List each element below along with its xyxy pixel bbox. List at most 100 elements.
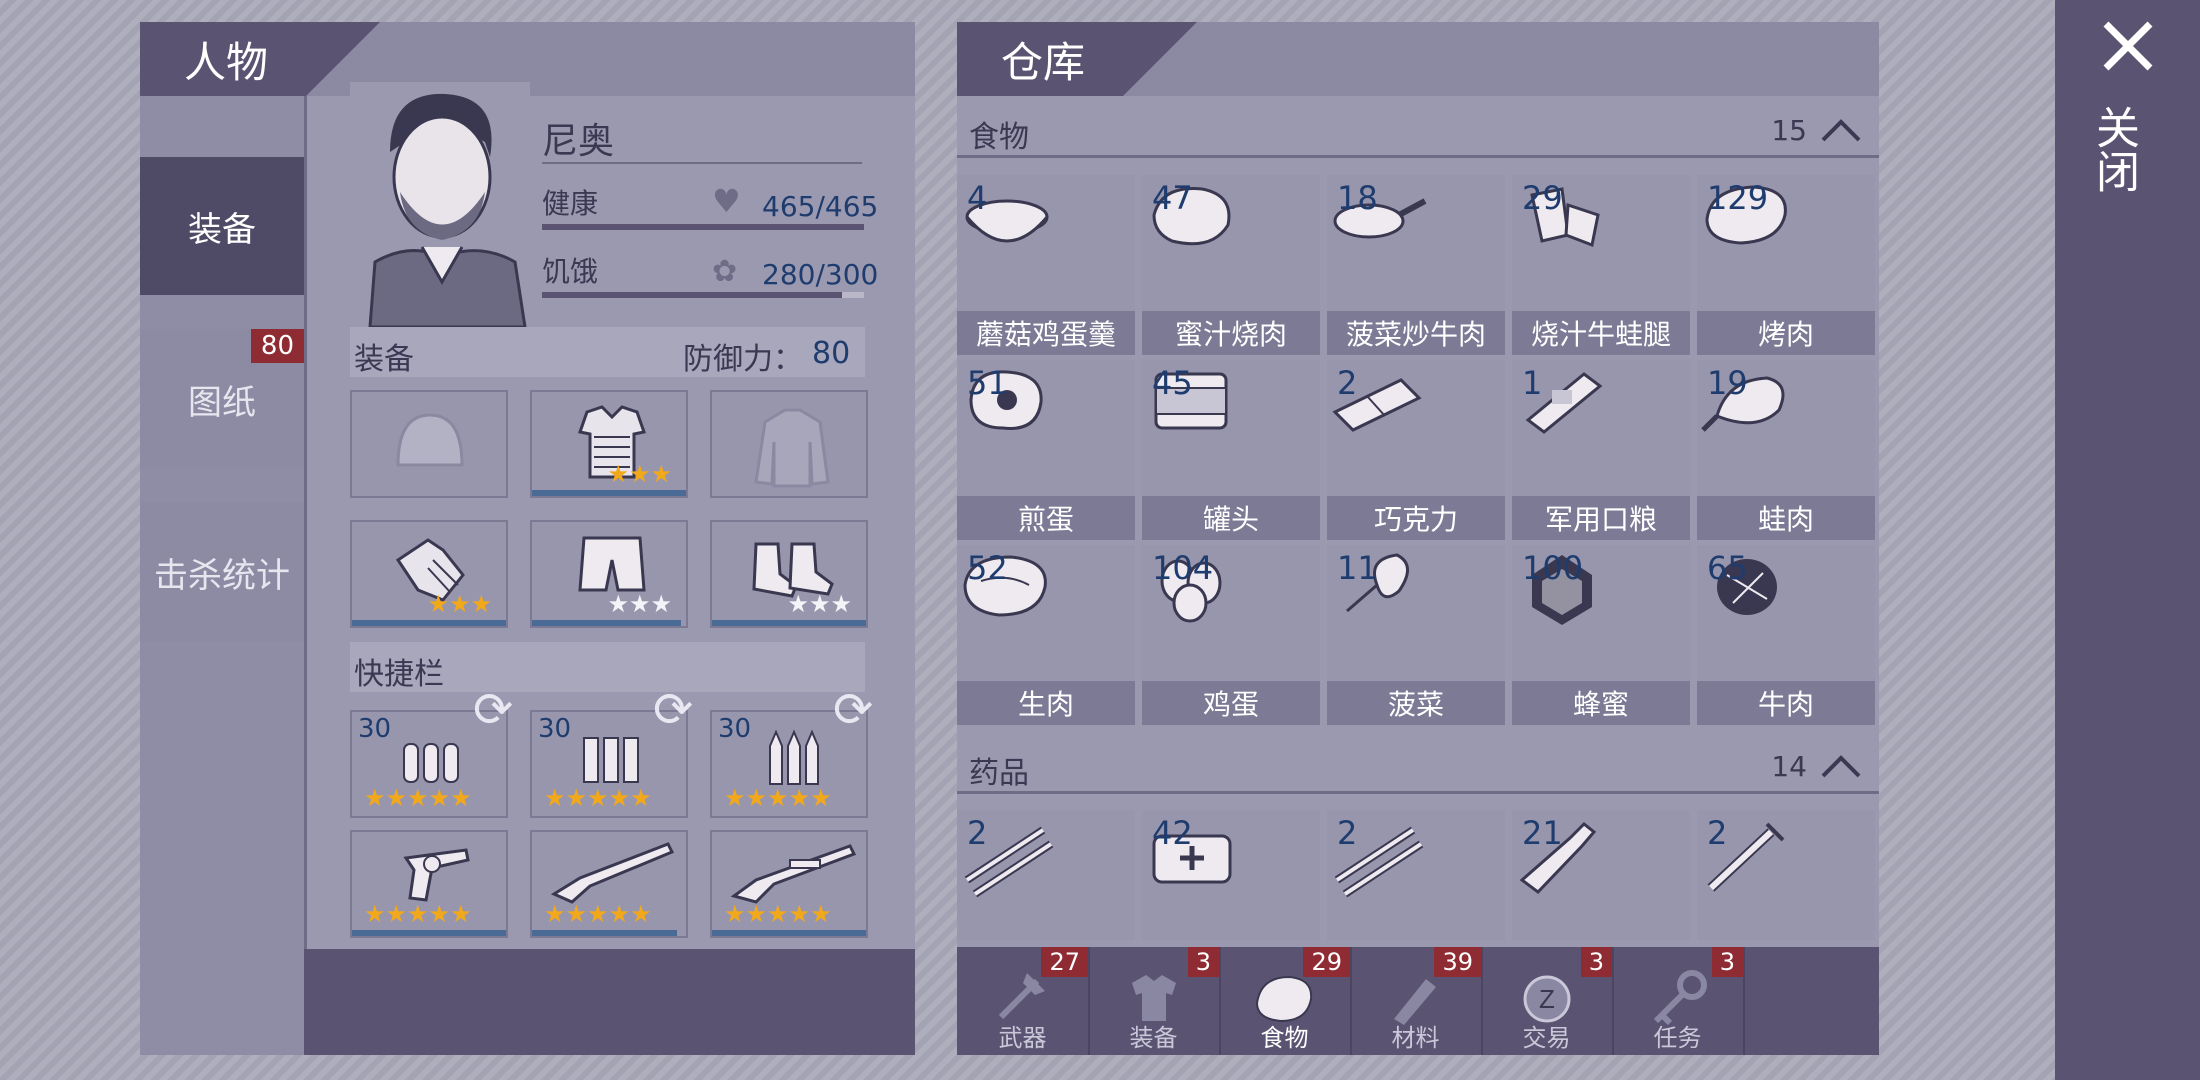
dock-tab-label: 任务 (1653, 1024, 1702, 1052)
item-cell[interactable]: 2 (1327, 810, 1505, 940)
item-name: 菠菜炒牛肉 (1327, 311, 1505, 355)
dock-tab-label: 材料 (1391, 1024, 1440, 1052)
item-name: 生肉 (957, 681, 1135, 725)
ammo-stars-1: ★★★★★ (364, 784, 472, 812)
dock-tab[interactable]: 食物 29 (1219, 947, 1352, 1055)
gloves-durability (352, 620, 506, 626)
dock-tab[interactable]: 装备 3 (1088, 947, 1221, 1055)
hunger-value: 280/300 (762, 258, 879, 291)
item-cell[interactable]: 104 鸡蛋 (1142, 545, 1320, 725)
item-cell[interactable]: 29 烧汁牛蛙腿 (1512, 175, 1690, 355)
item-cell[interactable]: 2 巧克力 (1327, 360, 1505, 540)
medicine-section-header[interactable]: 药品 14 (957, 744, 1879, 794)
body-armor-stars: ★★★ (607, 460, 672, 488)
item-cell[interactable]: 129 烤肉 (1697, 175, 1875, 355)
weapon-slot-1[interactable]: ★★★★★ (350, 830, 508, 938)
category-dock: 武器 27 装备 3 食物 29 材料 39 Z 交易 3 任务 3 (957, 947, 1879, 1055)
dock-tab-badge: 3 (1580, 947, 1612, 977)
item-cell[interactable]: 51 煎蛋 (957, 360, 1135, 540)
dock-tab-badge: 39 (1434, 947, 1481, 977)
item-count: 2 (1337, 364, 1358, 402)
shoes-slot[interactable]: ★★★ (710, 520, 868, 628)
name-divider (542, 162, 862, 164)
dock-tab-badge: 27 (1041, 947, 1088, 977)
helmet-slot[interactable] (350, 390, 508, 498)
gloves-stars: ★★★ (427, 590, 492, 618)
item-cell[interactable]: 52 生肉 (957, 545, 1135, 725)
item-count: 52 (967, 549, 1008, 587)
weapon-durability-1 (352, 930, 506, 936)
dock-tab-badge: 3 (1711, 947, 1743, 977)
jacket-slot[interactable] (710, 390, 868, 498)
item-name: 蛙肉 (1697, 496, 1875, 540)
swap-icon-2[interactable]: ⟳ (653, 682, 693, 738)
item-name: 罐头 (1142, 496, 1320, 540)
item-count: 21 (1522, 814, 1563, 852)
item-name: 牛肉 (1697, 681, 1875, 725)
health-bar-track (542, 224, 864, 230)
weapon-slot-3[interactable]: ★★★★★ (710, 830, 868, 938)
health-label: 健康 (542, 187, 599, 220)
item-name: 鸡蛋 (1142, 681, 1320, 725)
pants-slot[interactable]: ★★★ (530, 520, 688, 628)
tab-kill-stats-label: 击杀统计 (154, 555, 290, 596)
item-name: 巧克力 (1327, 496, 1505, 540)
medicine-section-label: 药品 (969, 756, 1029, 791)
item-cell[interactable]: 42 (1142, 810, 1320, 940)
item-cell[interactable]: 4 蘑菇鸡蛋羹 (957, 175, 1135, 355)
swap-icon-1[interactable]: ⟳ (473, 682, 513, 738)
item-cell[interactable]: 65 牛肉 (1697, 545, 1875, 725)
swap-icon-3[interactable]: ⟳ (833, 682, 873, 738)
content-bottom (304, 949, 915, 1055)
pants-durability (532, 620, 682, 626)
equipment-section-label: 装备 (354, 342, 414, 377)
item-count: 104 (1152, 549, 1214, 587)
shotgun-icon (550, 842, 675, 904)
item-cell[interactable]: 1 军用口粮 (1512, 360, 1690, 540)
dock-tab[interactable]: 材料 39 (1350, 947, 1483, 1055)
close-icon[interactable] (2100, 18, 2156, 78)
tab-equipment[interactable]: 装备 (140, 157, 304, 295)
tab-blueprints[interactable]: 图纸 80 (140, 329, 304, 469)
item-cell[interactable]: 2 (1697, 810, 1875, 940)
health-value: 465/465 (762, 190, 879, 223)
item-name: 蜜汁烧肉 (1142, 311, 1320, 355)
dock-tab[interactable]: Z 交易 3 (1481, 947, 1614, 1055)
gloves-slot[interactable]: ★★★ (350, 520, 508, 628)
defense-label: 防御力： (683, 342, 803, 377)
weapon-durability-3 (712, 930, 866, 936)
item-count: 45 (1152, 364, 1193, 402)
weapon-durability-2 (532, 930, 677, 936)
item-count: 19 (1707, 364, 1748, 402)
item-cell[interactable]: 11 菠菜 (1327, 545, 1505, 725)
defense-value: 80 (812, 336, 851, 371)
weapon-slot-2[interactable]: ★★★★★ (530, 830, 688, 938)
item-cell[interactable]: 47 蜜汁烧肉 (1142, 175, 1320, 355)
item-cell[interactable]: 45 罐头 (1142, 360, 1320, 540)
chevron-up-icon[interactable] (1819, 112, 1863, 154)
item-name: 烧汁牛蛙腿 (1512, 311, 1690, 355)
item-cell[interactable]: 21 (1512, 810, 1690, 940)
item-cell[interactable]: 100 蜂蜜 (1512, 545, 1690, 725)
close-label[interactable]: 关闭 (2088, 105, 2145, 193)
ammo-count-3: 30 (718, 714, 752, 744)
tab-kill-stats[interactable]: 击杀统计 (140, 502, 304, 642)
item-cell[interactable]: 19 蛙肉 (1697, 360, 1875, 540)
item-count: 51 (967, 364, 1008, 402)
ammo-stars-3: ★★★★★ (724, 784, 832, 812)
item-count: 129 (1707, 179, 1769, 217)
food-section-count: 15 (1771, 114, 1807, 147)
item-name: 烤肉 (1697, 311, 1875, 355)
item-count: 100 (1522, 549, 1584, 587)
hunger-label: 饥饿 (542, 255, 599, 288)
dock-tab[interactable]: 武器 27 (957, 947, 1090, 1055)
item-cell[interactable]: 18 菠菜炒牛肉 (1327, 175, 1505, 355)
medicine-section-count: 14 (1771, 750, 1807, 783)
rifle-icon (730, 844, 856, 904)
body-armor-slot[interactable]: ★★★ (530, 390, 688, 498)
dock-tab[interactable]: 任务 3 (1612, 947, 1745, 1055)
food-section-header[interactable]: 食物 15 (957, 108, 1879, 158)
chevron-up-icon[interactable] (1819, 748, 1863, 790)
shoes-durability (712, 620, 866, 626)
item-cell[interactable]: 2 (957, 810, 1135, 940)
